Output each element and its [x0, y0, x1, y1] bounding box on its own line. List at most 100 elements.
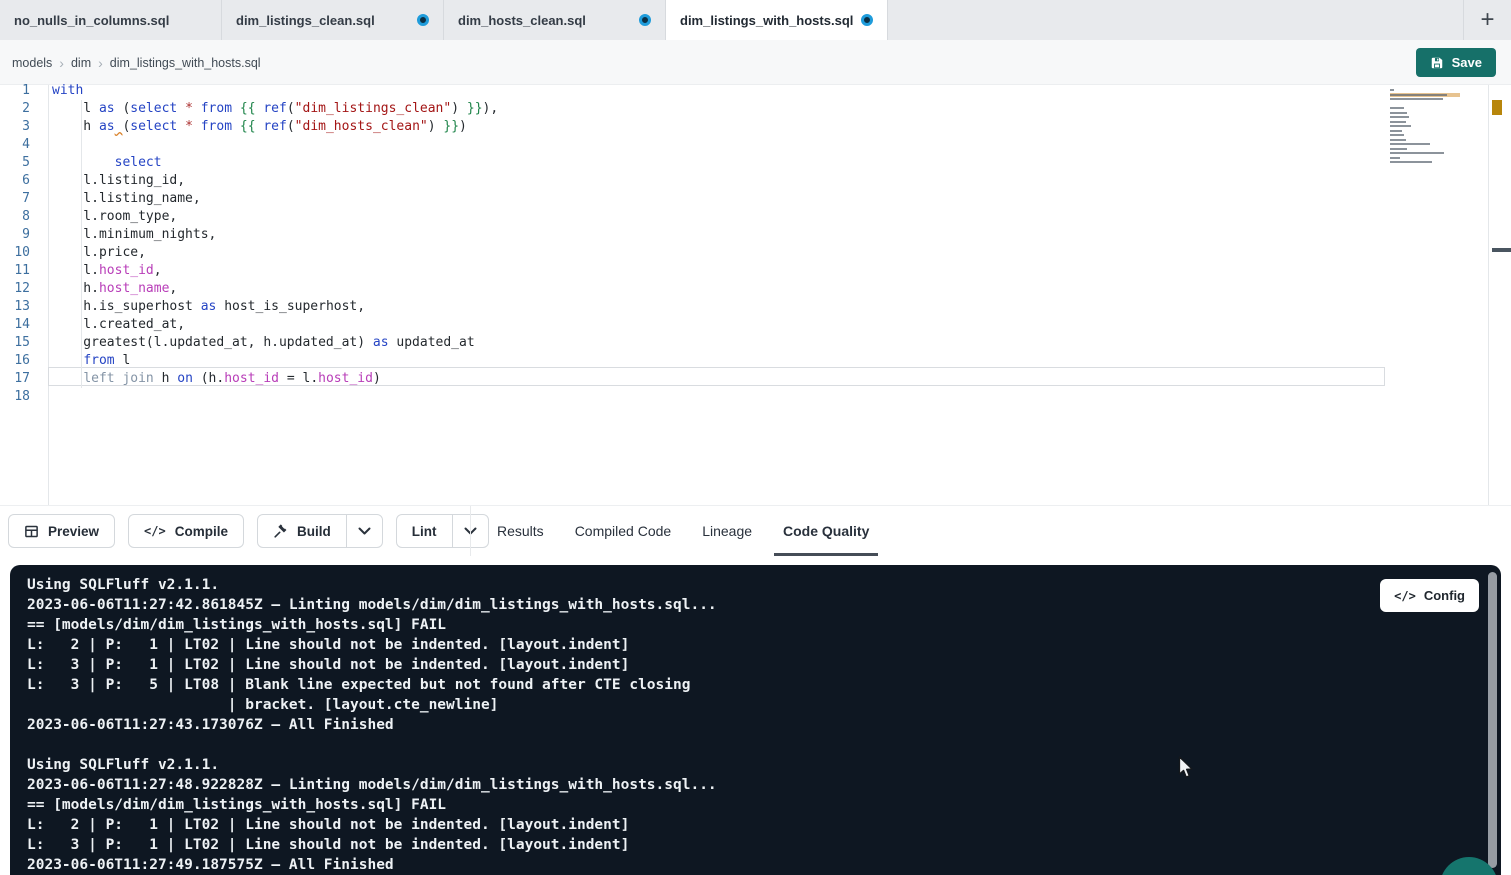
terminal-scrollbar[interactable] — [1488, 572, 1497, 868]
config-button[interactable]: </> Config — [1380, 579, 1479, 612]
editor-toolbar: Preview </> Compile Build — [0, 505, 1511, 555]
line-number: 15 — [0, 334, 30, 352]
line-number: 5 — [0, 154, 30, 172]
modified-indicator-icon[interactable] — [861, 14, 873, 26]
code-text: l.host_id, — [30, 262, 162, 280]
code-line[interactable]: 17 left join h on (h.host_id = l.host_id… — [0, 370, 1385, 388]
result-tab-lineage[interactable]: Lineage — [702, 506, 752, 556]
code-text: l as (select * from {{ ref("dim_listings… — [30, 100, 498, 118]
file-tab[interactable]: no_nulls_in_columns.sql — [0, 0, 222, 40]
build-dropdown-button[interactable] — [346, 515, 382, 547]
breadcrumb-dim[interactable]: dim — [71, 56, 91, 70]
terminal-line: == [models/dim/dim_listings_with_hosts.s… — [27, 615, 717, 635]
chevron-down-icon — [358, 527, 371, 535]
save-button-label: Save — [1452, 55, 1482, 70]
terminal-line: L: 2 | P: 1 | LT02 | Line should not be … — [27, 635, 717, 655]
code-text: l.listing_id, — [30, 172, 185, 190]
lint-button[interactable]: Lint — [397, 515, 452, 547]
build-button[interactable]: Build — [258, 515, 346, 547]
line-number: 2 — [0, 100, 30, 118]
breadcrumb-models[interactable]: models — [12, 56, 52, 70]
code-text: from l — [30, 352, 130, 370]
code-line[interactable]: 12 h.host_name, — [0, 280, 1385, 298]
file-tab-label: dim_hosts_clean.sql — [458, 13, 631, 28]
code-line[interactable]: 13 h.is_superhost as host_is_superhost, — [0, 298, 1385, 316]
code-text: l.price, — [30, 244, 146, 262]
line-number: 4 — [0, 136, 30, 154]
terminal-line: 2023-06-06T11:27:48.922828Z — Linting mo… — [27, 775, 717, 795]
code-line[interactable]: 4 — [0, 136, 1385, 154]
code-text: l.listing_name, — [30, 190, 201, 208]
compile-button[interactable]: </> Compile — [128, 514, 244, 548]
build-label: Build — [297, 524, 331, 539]
code-icon: </> — [1394, 589, 1416, 603]
code-line[interactable]: 3 h as (select * from {{ ref("dim_hosts_… — [0, 118, 1385, 136]
code-line[interactable]: 1with — [0, 82, 1385, 100]
code-line[interactable]: 8 l.room_type, — [0, 208, 1385, 226]
file-tab-bar: no_nulls_in_columns.sql dim_listings_clea… — [0, 0, 1511, 40]
terminal-line: | bracket. [layout.cte_newline] — [27, 695, 717, 715]
terminal-line: 2023-06-06T11:27:43.173076Z — All Finish… — [27, 715, 717, 735]
new-tab-button[interactable]: + — [1463, 0, 1511, 40]
hammer-icon — [273, 524, 288, 539]
lint-button-group: Lint — [396, 514, 489, 548]
code-text: h as (select * from {{ ref("dim_hosts_cl… — [30, 118, 467, 136]
result-tab-compiled-code[interactable]: Compiled Code — [575, 506, 672, 556]
file-tab[interactable]: dim_hosts_clean.sql — [444, 0, 666, 40]
preview-button[interactable]: Preview — [8, 514, 115, 548]
file-tab-label: dim_listings_clean.sql — [236, 13, 409, 28]
terminal-line: 2023-06-06T11:27:42.861845Z — Linting mo… — [27, 595, 717, 615]
breadcrumb-file: dim_listings_with_hosts.sql — [110, 56, 261, 70]
code-line[interactable]: 14 l.created_at, — [0, 316, 1385, 334]
line-number: 6 — [0, 172, 30, 190]
file-tab-label: no_nulls_in_columns.sql — [14, 13, 207, 28]
code-line[interactable]: 16 from l — [0, 352, 1385, 370]
result-tab-results[interactable]: Results — [497, 506, 544, 556]
lint-label: Lint — [412, 524, 437, 539]
code-line[interactable]: 5 select — [0, 154, 1385, 172]
overview-ruler — [1488, 85, 1489, 505]
save-button[interactable]: Save — [1416, 48, 1496, 77]
file-tab-label: dim_listings_with_hosts.sql — [680, 13, 853, 28]
terminal-line: L: 3 | P: 5 | LT08 | Blank line expected… — [27, 675, 717, 695]
modified-indicator-icon[interactable] — [417, 14, 429, 26]
line-number: 14 — [0, 316, 30, 334]
line-number: 10 — [0, 244, 30, 262]
modified-indicator-icon[interactable] — [639, 14, 651, 26]
minimap-line — [1390, 165, 1460, 170]
line-number: 12 — [0, 280, 30, 298]
line-number: 1 — [0, 82, 30, 100]
scroll-position-marker[interactable] — [1492, 248, 1511, 252]
terminal-line: Using SQLFluff v2.1.1. — [27, 755, 717, 775]
file-tab[interactable]: dim_listings_clean.sql — [222, 0, 444, 40]
code-line[interactable]: 15 greatest(l.updated_at, h.updated_at) … — [0, 334, 1385, 352]
code-text — [30, 136, 52, 154]
code-line[interactable]: 2 l as (select * from {{ ref("dim_listin… — [0, 100, 1385, 118]
line-number: 17 — [0, 370, 30, 388]
code-line[interactable]: 7 l.listing_name, — [0, 190, 1385, 208]
code-line[interactable]: 6 l.listing_id, — [0, 172, 1385, 190]
code-text: select — [30, 154, 162, 172]
code-text: h.host_name, — [30, 280, 177, 298]
breadcrumb-bar: models › dim › dim_listings_with_hosts.s… — [0, 40, 1511, 85]
code-text: l.minimum_nights, — [30, 226, 216, 244]
minimap[interactable] — [1390, 88, 1460, 169]
code-text — [30, 388, 52, 406]
code-text: greatest(l.updated_at, h.updated_at) as … — [30, 334, 475, 352]
code-line[interactable]: 9 l.minimum_nights, — [0, 226, 1385, 244]
code-editor[interactable]: 1with2 l as (select * from {{ ref("dim_l… — [0, 85, 1511, 505]
terminal-line: L: 2 | P: 1 | LT02 | Line should not be … — [27, 815, 717, 835]
result-tab-code-quality[interactable]: Code Quality — [783, 506, 869, 556]
code-line[interactable]: 11 l.host_id, — [0, 262, 1385, 280]
code-text: l.created_at, — [30, 316, 185, 334]
code-text: h.is_superhost as host_is_superhost, — [30, 298, 365, 316]
compile-label: Compile — [175, 524, 228, 539]
file-tab[interactable]: dim_listings_with_hosts.sql — [666, 0, 888, 40]
breadcrumb: models › dim › dim_listings_with_hosts.s… — [12, 40, 261, 85]
preview-label: Preview — [48, 524, 99, 539]
code-line[interactable]: 10 l.price, — [0, 244, 1385, 262]
terminal-line: Using SQLFluff v2.1.1. — [27, 575, 717, 595]
terminal-line: L: 3 | P: 1 | LT02 | Line should not be … — [27, 655, 717, 675]
code-line[interactable]: 18 — [0, 388, 1385, 406]
line-number: 18 — [0, 388, 30, 406]
